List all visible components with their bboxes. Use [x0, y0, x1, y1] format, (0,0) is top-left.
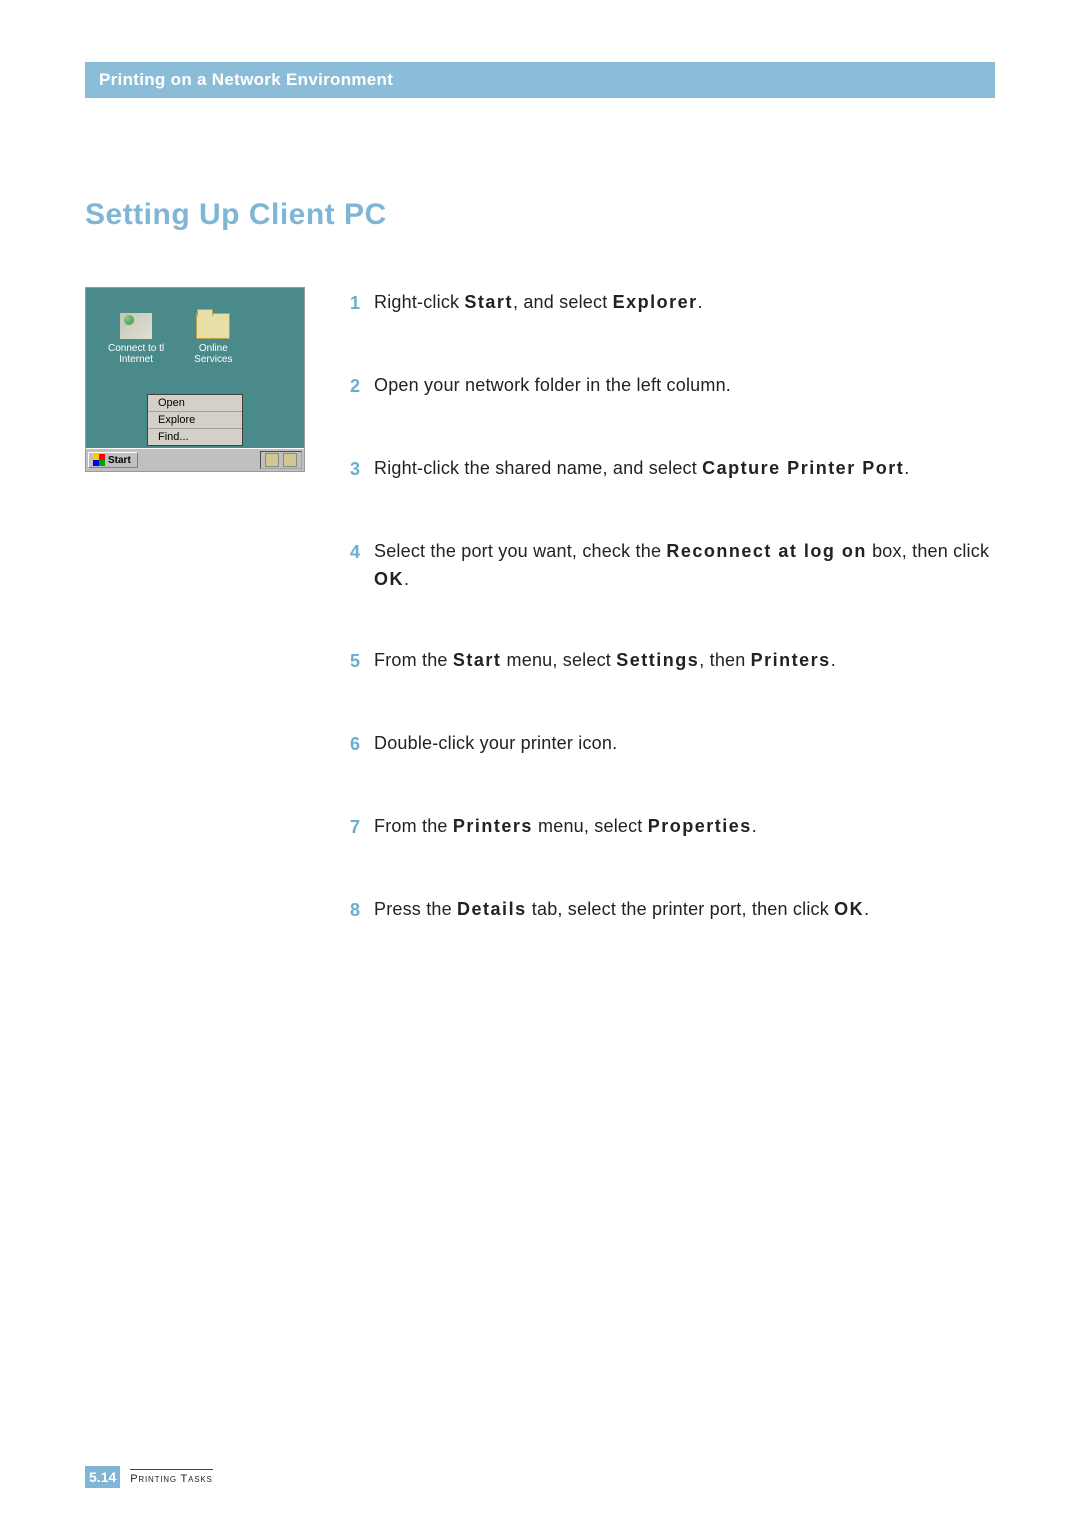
- header-title: Printing on a Network Environment: [99, 70, 393, 89]
- step-text: Press the Details tab, select the printe…: [374, 896, 869, 925]
- section-title-text: Setting Up Client PC: [85, 198, 387, 231]
- connect-icon: [120, 313, 152, 339]
- menu-item-explore: Explore: [148, 412, 242, 429]
- screenshot-figure: Connect to tl Internet Online Services O…: [85, 287, 305, 472]
- desktop-icon-online: Online Services: [194, 313, 232, 365]
- desktop-icons: Connect to tl Internet Online Services: [86, 288, 304, 373]
- step-1: 1 Right-click Start, and select Explorer…: [350, 289, 995, 318]
- context-menu: Open Explore Find...: [147, 394, 243, 446]
- steps-list: 1 Right-click Start, and select Explorer…: [350, 287, 995, 979]
- step-text: From the Printers menu, select Propertie…: [374, 813, 757, 842]
- step-text: Select the port you want, check the Reco…: [374, 538, 995, 594]
- step-number: 2: [350, 372, 364, 401]
- connect-label: Connect to tl Internet: [108, 343, 164, 365]
- step-6: 6 Double-click your printer icon.: [350, 730, 995, 759]
- step-text: Right-click the shared name, and select …: [374, 455, 909, 484]
- step-8: 8 Press the Details tab, select the prin…: [350, 896, 995, 925]
- step-number: 3: [350, 455, 364, 484]
- taskbar: Start: [86, 448, 304, 471]
- menu-item-open: Open: [148, 395, 242, 412]
- step-3: 3 Right-click the shared name, and selec…: [350, 455, 995, 484]
- step-number: 7: [350, 813, 364, 842]
- tray-icon: [283, 453, 297, 467]
- menu-item-find: Find...: [148, 429, 242, 445]
- system-tray: [260, 451, 302, 469]
- step-7: 7 From the Printers menu, select Propert…: [350, 813, 995, 842]
- step-5: 5 From the Start menu, select Settings, …: [350, 647, 995, 676]
- step-2: 2 Open your network folder in the left c…: [350, 372, 995, 401]
- start-label: Start: [108, 455, 131, 466]
- step-number: 1: [350, 289, 364, 318]
- tray-icon: [265, 453, 279, 467]
- header-bar: Printing on a Network Environment: [85, 62, 995, 98]
- windows-flag-icon: [93, 454, 105, 466]
- step-number: 8: [350, 896, 364, 925]
- page-number-badge: 5.14: [85, 1466, 120, 1488]
- page-number: 14: [101, 1469, 117, 1485]
- page-footer: 5.14 Printing Tasks: [85, 1466, 213, 1488]
- folder-icon: [196, 313, 230, 339]
- start-button: Start: [88, 452, 138, 468]
- step-number: 4: [350, 538, 364, 594]
- desktop-icon-connect: Connect to tl Internet: [108, 313, 164, 365]
- step-text: Open your network folder in the left col…: [374, 372, 731, 401]
- chapter-number: 5.: [89, 1469, 101, 1485]
- step-text: Right-click Start, and select Explorer.: [374, 289, 703, 318]
- step-text: Double-click your printer icon.: [374, 730, 617, 759]
- online-label: Online Services: [194, 343, 232, 365]
- step-number: 5: [350, 647, 364, 676]
- step-4: 4 Select the port you want, check the Re…: [350, 538, 995, 594]
- section-title: Setting Up Client PC: [85, 198, 995, 232]
- step-number: 6: [350, 730, 364, 759]
- content-row: Connect to tl Internet Online Services O…: [85, 287, 995, 979]
- step-text: From the Start menu, select Settings, th…: [374, 647, 836, 676]
- footer-label: Printing Tasks: [130, 1469, 212, 1485]
